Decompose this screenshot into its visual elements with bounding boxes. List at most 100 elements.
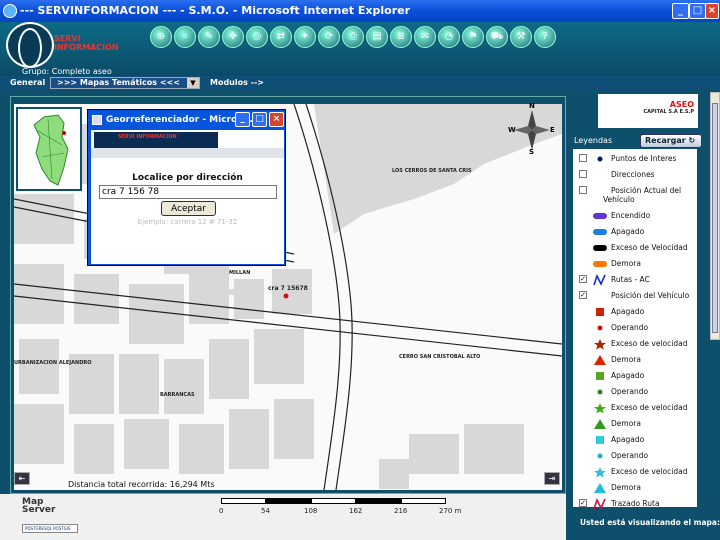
legend-label: Demora (611, 259, 641, 268)
legend-label: Exceso de velocidad (611, 339, 688, 348)
refresh-icon: ↻ (688, 136, 696, 145)
legend-checkbox[interactable] (579, 186, 587, 194)
legend-checkbox[interactable] (579, 154, 587, 162)
dot-icon (593, 153, 607, 164)
locate-icon[interactable]: ◎ (246, 26, 268, 48)
dot-icon (593, 322, 607, 333)
legend-scrollbar[interactable] (710, 92, 720, 340)
pan-icon[interactable]: ✥ (222, 26, 244, 48)
modules-link[interactable]: Modulos --> (210, 78, 264, 87)
legend-label: Rutas - AC (611, 275, 650, 284)
dialog-banner: SERVI INFORMACION (94, 132, 218, 148)
legend-item: Operando (573, 449, 697, 463)
legend-item: Demora (573, 353, 697, 367)
nav-bar: General >>> Mapas Temáticos <<< ▼ Modulo… (0, 76, 720, 90)
dialog-titlebar: Georreferenciador - Micros... _ □ × (88, 110, 285, 130)
label-point: cra 7 15678 (268, 285, 308, 292)
overview-map[interactable] (16, 107, 82, 191)
flag-icon[interactable]: ⚑ (462, 26, 484, 48)
gps-icon[interactable]: ✦ (294, 26, 316, 48)
aseo-brand: ASEO (669, 100, 694, 109)
map-right-button[interactable]: ⇥ (544, 472, 560, 485)
legend-label: Exceso de velocidad (611, 403, 688, 412)
main-toolbar: ⊕ ⌕ ✎ ✥ ◎ ⇄ ✦ ⟳ ⎙ ▤ ≣ ✉ ◔ ⚑ ⛟ ⚒? (150, 26, 556, 48)
address-example: Ejemplo: carrera 12 # 71-32 (137, 218, 238, 226)
scale-label: 216 (394, 507, 408, 515)
scale-label: 270 m (439, 507, 462, 515)
legend-item: Demora (573, 417, 697, 431)
select-value: >>> Mapas Temáticos <<< (57, 78, 180, 87)
dialog-minimize-button[interactable]: _ (235, 112, 250, 127)
help-icon[interactable]: ? (534, 26, 556, 48)
legend-item: Demora (573, 481, 697, 495)
legend-item: ✓ Posición del Vehículo (573, 289, 697, 303)
legend-item: ✓ Rutas - AC (573, 273, 697, 287)
legend-label: Posición Actual del (611, 186, 682, 195)
minimize-button[interactable]: _ (672, 3, 689, 19)
square-icon (593, 306, 607, 317)
scrollbar-thumb[interactable] (712, 103, 718, 333)
layers-icon[interactable]: ▤ (366, 26, 388, 48)
car-icon (593, 258, 607, 269)
legend-item: Posición Actual del Vehículo (573, 184, 697, 204)
legend-label: Demora (611, 419, 641, 428)
mapserver-logo: Map Server (22, 498, 55, 515)
chevron-down-icon[interactable]: ▼ (187, 78, 199, 88)
label-barrancas: BARRANCAS (160, 392, 195, 398)
legend-item: Exceso de Velocidad (573, 241, 697, 255)
tools-icon[interactable]: ⚒ (510, 26, 532, 48)
car-icon (593, 210, 607, 221)
report-icon[interactable]: ≣ (390, 26, 412, 48)
square-icon (593, 434, 607, 445)
legend-checkbox[interactable] (579, 170, 587, 178)
legend-checkbox[interactable]: ✓ (579, 291, 587, 299)
square-icon (593, 370, 607, 381)
maximize-button[interactable]: □ (689, 3, 706, 19)
dialog-close-button[interactable]: × (269, 112, 284, 127)
accept-button[interactable]: Aceptar (161, 201, 216, 216)
legend-item: Encendido (573, 209, 697, 223)
status-text: Usted está visualizando el mapa: (580, 518, 720, 527)
reload-label: Recargar (645, 136, 686, 145)
legend-checkbox[interactable]: ✓ (579, 499, 587, 507)
vehicle-icon[interactable]: ⛟ (486, 26, 508, 48)
legend-item: Exceso de velocidad (573, 465, 697, 479)
map-left-button[interactable]: ⇤ (14, 472, 30, 485)
window-title: --- SERVINFORMACION --- - S.M.O. - Micro… (20, 4, 411, 17)
brand-text: SERVI INFORMACION (54, 34, 119, 52)
route-line-icon (593, 497, 607, 510)
star-icon (593, 338, 607, 350)
route-icon[interactable]: ⇄ (270, 26, 292, 48)
compass-n: N (529, 102, 535, 110)
servinformacion-logo (6, 22, 54, 68)
right-panel: ASEO CAPITAL S.A E.S.P Leyendas Recargar… (566, 90, 720, 540)
legend-item: Apagado (573, 369, 697, 383)
legend-label: Apagado (611, 227, 645, 236)
aseo-capital-logo: ASEO CAPITAL S.A E.S.P (598, 94, 698, 128)
search-icon[interactable]: ⌕ (174, 26, 196, 48)
print-icon[interactable]: ⎙ (342, 26, 364, 48)
triangle-icon (593, 418, 607, 429)
legend-item: Apagado (573, 225, 697, 239)
reload-button[interactable]: Recargar ↻ (640, 134, 702, 148)
label-millan: MILLAN (229, 270, 251, 276)
legend-item: Direcciones (573, 168, 697, 182)
dialog-maximize-button[interactable]: □ (252, 112, 267, 127)
legend-label: Encendido (611, 211, 651, 220)
zoom-icon[interactable]: ⊕ (150, 26, 172, 48)
measure-icon[interactable]: ✎ (198, 26, 220, 48)
thematic-maps-select[interactable]: >>> Mapas Temáticos <<< ▼ (50, 77, 200, 89)
legend-item: Apagado (573, 305, 697, 319)
refresh-icon[interactable]: ⟳ (318, 26, 340, 48)
stats-icon[interactable]: ◔ (438, 26, 460, 48)
address-input[interactable] (99, 185, 277, 199)
compass-s: S (529, 148, 535, 156)
legend-item: Exceso de velocidad (573, 337, 697, 351)
ie-icon (3, 4, 17, 18)
legend-checkbox[interactable]: ✓ (579, 275, 587, 283)
scale-label: 54 (261, 507, 270, 515)
close-button[interactable]: × (705, 3, 719, 19)
legend-label: Trazado Ruta (611, 499, 660, 508)
tab-leyendas[interactable]: Leyendas (574, 136, 612, 145)
mail-icon[interactable]: ✉ (414, 26, 436, 48)
